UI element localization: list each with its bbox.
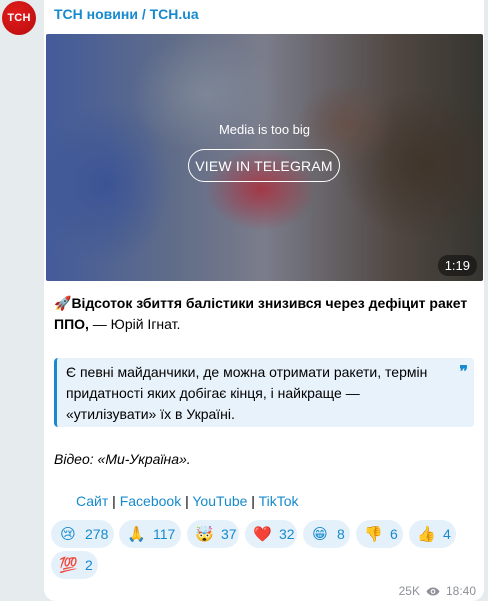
hundred-points-icon: 💯	[59, 557, 78, 574]
media-too-big-notice: Media is too big	[218, 122, 311, 137]
video-preview[interactable]: Media is too big VIEW IN TELEGRAM 1:19	[46, 34, 483, 281]
quote-text: Є певні майданчики, де можна отримати ра…	[66, 364, 428, 422]
view-count: 25K	[398, 584, 420, 598]
channel-avatar[interactable]: ТСН	[2, 1, 36, 35]
red-heart-icon: ❤️	[253, 526, 272, 543]
message-time: 18:40	[445, 584, 476, 598]
reaction-count: 4	[443, 526, 451, 542]
exploding-head-icon: 🤯	[195, 526, 214, 543]
link-separator: |	[108, 493, 120, 509]
reaction-count: 6	[390, 526, 398, 542]
crying-face-icon: 😢	[60, 526, 76, 543]
reaction-crying[interactable]: 😢 278	[51, 520, 114, 548]
blockquote: Є певні майданчики, де можна отримати ра…	[54, 358, 474, 427]
reaction-thumbs-down[interactable]: 👎 6	[356, 520, 403, 548]
praying-hands-icon: 🙏	[127, 526, 146, 543]
reaction-count: 2	[85, 557, 93, 573]
reaction-count: 117	[153, 526, 176, 542]
reaction-thumbs-up[interactable]: 👍 4	[409, 520, 456, 548]
quote-icon: ❞	[459, 362, 468, 381]
reaction-mind-blown[interactable]: 🤯 37	[187, 520, 239, 548]
channel-name[interactable]: ТСН новини / TCH.ua	[54, 6, 199, 22]
tiktok-link[interactable]: TikTok	[259, 493, 299, 509]
eye-icon	[426, 587, 440, 595]
youtube-link[interactable]: YouTube	[192, 493, 247, 509]
thumbs-down-icon: 👎	[364, 526, 383, 543]
reaction-count: 8	[337, 526, 345, 542]
reaction-count: 37	[221, 526, 237, 542]
grinning-face-icon: 😁	[312, 526, 328, 543]
post-headline: 🚀Відсоток збиття балістики знизився чере…	[54, 293, 474, 335]
reaction-grin[interactable]: 😁 8	[303, 520, 350, 548]
social-links: Сайт | Facebook | YouTube | TikTok	[76, 493, 299, 509]
facebook-link[interactable]: Facebook	[120, 493, 181, 509]
message-meta: 25K 18:40	[399, 584, 476, 598]
link-separator: |	[247, 493, 259, 509]
site-link[interactable]: Сайт	[76, 493, 108, 509]
reaction-count: 32	[279, 526, 295, 542]
reaction-hundred[interactable]: 💯 2	[51, 551, 98, 579]
thumbs-up-icon: 👍	[417, 526, 436, 543]
message-bubble: ТСН новини / TCH.ua Media is too big VIE…	[44, 0, 484, 601]
reaction-count: 278	[85, 526, 109, 542]
headline-author: — Юрій Ігнат.	[88, 316, 181, 332]
reaction-heart[interactable]: ❤️ 32	[245, 520, 297, 548]
video-duration: 1:19	[437, 255, 477, 276]
link-separator: |	[181, 493, 193, 509]
video-credit: Відео: «Ми-Україна».	[54, 451, 191, 467]
view-in-telegram-button[interactable]: VIEW IN TELEGRAM	[188, 149, 340, 182]
reaction-pray[interactable]: 🙏 117	[119, 520, 181, 548]
rocket-emoji-icon: 🚀	[54, 295, 72, 311]
